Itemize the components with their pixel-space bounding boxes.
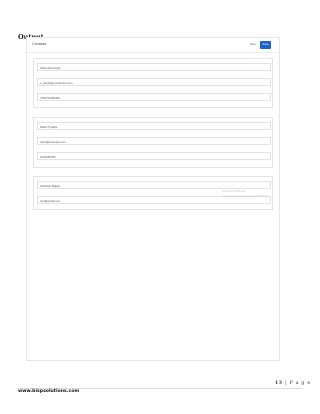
page-label: P a g e xyxy=(289,381,311,386)
phone-field[interactable]: (789) 56456456 xyxy=(37,93,271,101)
page-number: 13 | P a g e xyxy=(275,381,311,386)
page-number-value: 13 xyxy=(275,381,283,386)
watermark-line-2: Go to Settings to activate Windows. xyxy=(223,194,271,198)
new-button[interactable]: New xyxy=(249,42,257,48)
email-field[interactable]: s_jsingh@xyzdomain.com xyxy=(37,78,271,86)
contacts-form-screenshot: Contacts New Save Shivendra Singh s_jsin… xyxy=(26,37,280,361)
name-field[interactable]: Shivendra Singh xyxy=(37,63,271,71)
form-title: Contacts xyxy=(32,42,47,46)
contact-card: Rahul Tripathi rahul@example.com 9123456… xyxy=(33,117,273,168)
toolbar-divider xyxy=(27,52,279,53)
form-toolbar: Contacts New Save xyxy=(27,38,279,52)
name-field[interactable]: Rahul Tripathi xyxy=(37,122,271,130)
email-field[interactable]: rahul@example.com xyxy=(37,137,271,145)
save-button[interactable]: Save xyxy=(260,41,271,49)
contact-card: Shivendra Singh s_jsingh@xyzdomain.com (… xyxy=(33,58,273,108)
footer-website[interactable]: www.bispsolutions.com xyxy=(18,389,79,394)
name-field[interactable]: Shobhan Bajpai xyxy=(37,181,271,189)
activate-windows-watermark: Activate Windows Go to Settings to activ… xyxy=(222,189,270,199)
phone-field[interactable]: 9123456789 xyxy=(37,152,271,160)
